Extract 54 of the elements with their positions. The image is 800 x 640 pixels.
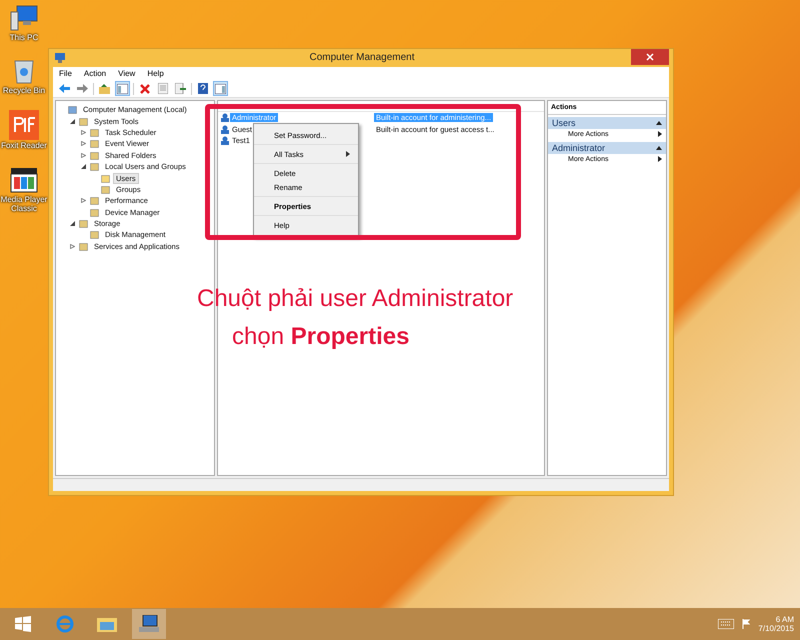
help-icon[interactable]: [198, 83, 208, 94]
window-title: Computer Management: [308, 52, 416, 63]
collapsed-arrow-icon[interactable]: [70, 244, 75, 249]
tree-node-icon: [79, 116, 88, 126]
folder-up-icon[interactable]: [99, 84, 110, 94]
collapse-arrow-icon[interactable]: [656, 121, 662, 125]
tree-node-icon: [90, 139, 99, 148]
back-arrow-icon[interactable]: [59, 84, 70, 93]
user-icon: [220, 124, 229, 134]
delete-icon[interactable]: [140, 84, 150, 94]
tree-node-icon: [68, 105, 77, 114]
computer-management-icon[interactable]: [139, 615, 159, 633]
tree-node-icon: [101, 184, 110, 194]
action-pane-icon[interactable]: [215, 84, 226, 94]
keyboard-icon[interactable]: [718, 619, 734, 629]
tree-node-icon: [90, 150, 99, 160]
close-button[interactable]: [631, 49, 669, 65]
menu-item[interactable]: Action: [84, 69, 106, 78]
windows-logo-icon[interactable]: [15, 616, 31, 632]
user-icon: [220, 136, 229, 145]
menu-item[interactable]: View: [118, 69, 136, 78]
tree-node-icon: [79, 219, 88, 228]
tree-node-icon: [90, 128, 99, 137]
menu-item[interactable]: Help: [147, 69, 164, 78]
tree-node-icon: [90, 208, 99, 217]
collapsed-arrow-icon[interactable]: [81, 141, 86, 146]
user-icon: [220, 113, 229, 122]
submenu-arrow-icon: [658, 156, 662, 162]
expanded-arrow-icon[interactable]: [81, 164, 86, 170]
collapse-arrow-icon[interactable]: [656, 146, 662, 150]
expanded-arrow-icon[interactable]: [70, 118, 75, 124]
collapsed-arrow-icon[interactable]: [81, 130, 86, 135]
export-list-icon[interactable]: [175, 83, 186, 94]
properties-icon[interactable]: [158, 83, 168, 94]
forward-arrow-icon[interactable]: [77, 84, 88, 93]
flag-icon[interactable]: [742, 619, 750, 629]
tree-node-icon: [90, 230, 99, 240]
computer-icon: [9, 4, 39, 32]
menu-item[interactable]: File: [59, 69, 72, 78]
tree-node-icon: [79, 242, 88, 251]
actions-section-title[interactable]: Users: [552, 118, 576, 128]
pdf-icon: [9, 110, 39, 140]
close-icon[interactable]: [646, 53, 654, 61]
computer-management-icon: [55, 53, 65, 63]
collapsed-arrow-icon[interactable]: [81, 152, 86, 158]
expanded-arrow-icon[interactable]: [70, 221, 75, 226]
tree-node-icon: [101, 174, 110, 183]
tree-node-icon: [90, 196, 99, 206]
submenu-arrow-icon: [658, 131, 662, 137]
tree-node-icon: [90, 162, 99, 172]
annotation-text: chọn Properties: [231, 322, 410, 352]
collapsed-arrow-icon[interactable]: [81, 198, 86, 204]
annotation-text: Chuột phải user Administrator: [197, 284, 514, 314]
tree-pane-icon[interactable]: [117, 84, 128, 94]
